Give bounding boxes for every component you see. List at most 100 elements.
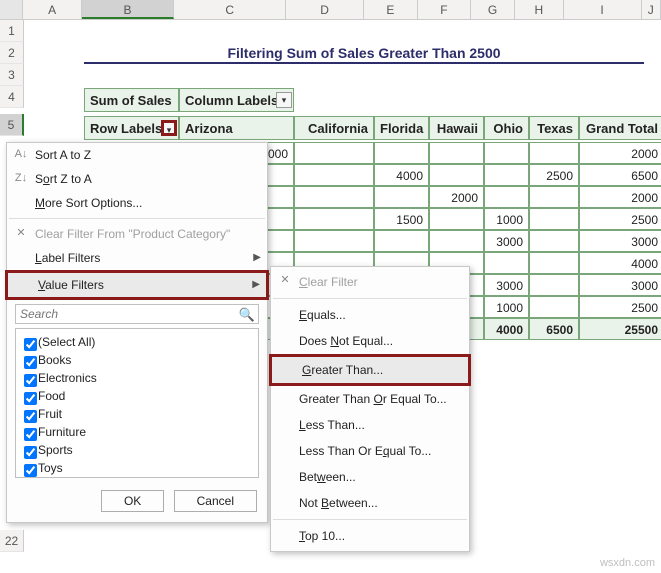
col-B[interactable]: B <box>82 0 174 19</box>
state-hawaii: Hawaii <box>429 116 484 140</box>
more-sort[interactable]: More Sort Options... <box>7 191 267 215</box>
checkbox[interactable] <box>24 428 37 441</box>
pivot-cell[interactable]: 3000 <box>484 274 529 296</box>
check-item[interactable]: Vegetable <box>20 477 254 478</box>
pivot-cell[interactable]: 2500 <box>579 296 661 318</box>
filter-checklist[interactable]: (Select All)BooksElectronicsFoodFruitFur… <box>15 328 259 478</box>
pivot-cell[interactable] <box>429 142 484 164</box>
pivot-cell[interactable]: 3000 <box>579 230 661 252</box>
search-input[interactable] <box>16 305 236 323</box>
pivot-cell[interactable] <box>294 186 374 208</box>
pivot-cell[interactable]: 6500 <box>579 164 661 186</box>
sort-za[interactable]: Z↓ Sort Z to A <box>7 167 267 191</box>
pivot-cell[interactable] <box>529 186 579 208</box>
select-all-corner[interactable] <box>0 0 23 19</box>
checkbox[interactable] <box>24 338 37 351</box>
pivot-cell[interactable] <box>484 164 529 186</box>
pivot-cell[interactable]: 2500 <box>579 208 661 230</box>
pivot-cell[interactable] <box>529 274 579 296</box>
check-item[interactable]: Furniture <box>20 423 254 441</box>
checkbox[interactable] <box>24 464 37 477</box>
grand-total-cell[interactable]: 4000 <box>484 318 529 340</box>
check-item[interactable]: Toys <box>20 459 254 477</box>
pivot-cell[interactable]: 1000 <box>484 208 529 230</box>
sub-greater-than[interactable]: Greater Than... <box>269 354 471 386</box>
search-box[interactable]: 🔍 <box>15 304 259 324</box>
sub-less[interactable]: Less Than... <box>271 412 469 438</box>
pivot-cell[interactable]: 2000 <box>429 186 484 208</box>
pivot-cell[interactable] <box>294 230 374 252</box>
pivot-cell[interactable] <box>529 230 579 252</box>
pivot-cell[interactable] <box>484 142 529 164</box>
pivot-cell[interactable] <box>374 186 429 208</box>
sub-equals[interactable]: Equals... <box>271 302 469 328</box>
row-2[interactable]: 2 <box>0 42 24 64</box>
pivot-cell[interactable] <box>429 208 484 230</box>
ok-button[interactable]: OK <box>101 490 164 512</box>
col-H[interactable]: H <box>515 0 564 19</box>
check-item[interactable]: Fruit <box>20 405 254 423</box>
pivot-cell[interactable]: 3000 <box>484 230 529 252</box>
checkbox[interactable] <box>24 410 37 423</box>
col-G[interactable]: G <box>471 0 515 19</box>
check-item[interactable]: Electronics <box>20 369 254 387</box>
sub-not-equal[interactable]: Does Not Equal... <box>271 328 469 354</box>
pivot-cell[interactable] <box>294 208 374 230</box>
checkbox[interactable] <box>24 374 37 387</box>
pivot-cell[interactable] <box>294 142 374 164</box>
col-A[interactable]: A <box>23 0 81 19</box>
sub-greater-eq[interactable]: Greater Than Or Equal To... <box>271 386 469 412</box>
pivot-cell[interactable] <box>529 208 579 230</box>
sort-az[interactable]: A↓ Sort A to Z <box>7 143 267 167</box>
check-item[interactable]: (Select All) <box>20 333 254 351</box>
watermark: wsxdn.com <box>600 557 655 569</box>
pivot-cell[interactable] <box>374 142 429 164</box>
col-F[interactable]: F <box>418 0 472 19</box>
check-item[interactable]: Food <box>20 387 254 405</box>
value-filters[interactable]: Value Filters ▶ <box>5 270 269 300</box>
pivot-cell[interactable] <box>529 296 579 318</box>
pivot-cell[interactable]: 2000 <box>579 186 661 208</box>
sort-desc-icon: Z↓ <box>13 170 29 186</box>
col-J[interactable]: J <box>642 0 661 19</box>
pivot-cell[interactable]: 1500 <box>374 208 429 230</box>
sub-not-between[interactable]: Not Between... <box>271 490 469 516</box>
check-item[interactable]: Books <box>20 351 254 369</box>
col-I[interactable]: I <box>564 0 642 19</box>
grand-total-cell[interactable]: 6500 <box>529 318 579 340</box>
sub-top10[interactable]: Top 10... <box>271 523 469 549</box>
pivot-cell[interactable] <box>429 164 484 186</box>
check-item[interactable]: Sports <box>20 441 254 459</box>
col-C[interactable]: C <box>174 0 286 19</box>
grand-total-cell[interactable]: 25500 <box>579 318 661 340</box>
pivot-cell[interactable]: 4000 <box>374 164 429 186</box>
row-labels-dropdown[interactable]: ▾ <box>161 120 177 136</box>
pivot-cell[interactable] <box>484 186 529 208</box>
row-5[interactable]: 5 <box>0 114 24 136</box>
label-filters[interactable]: Label Filters ▶ <box>7 246 267 270</box>
row-3[interactable]: 3 <box>0 64 24 86</box>
col-E[interactable]: E <box>364 0 418 19</box>
pivot-cell[interactable] <box>429 230 484 252</box>
row-1[interactable]: 1 <box>0 20 24 42</box>
checkbox[interactable] <box>24 446 37 459</box>
row-4[interactable]: 4 <box>0 86 24 108</box>
pivot-cell[interactable] <box>374 230 429 252</box>
col-D[interactable]: D <box>286 0 364 19</box>
pivot-cell[interactable] <box>529 142 579 164</box>
row-22[interactable]: 22 <box>0 530 24 552</box>
column-labels-dropdown[interactable]: ▾ <box>276 92 292 108</box>
pivot-cell[interactable] <box>529 252 579 274</box>
pivot-cell[interactable] <box>294 164 374 186</box>
pivot-cell[interactable]: 1000 <box>484 296 529 318</box>
pivot-cell[interactable]: 4000 <box>579 252 661 274</box>
cancel-button[interactable]: Cancel <box>174 490 257 512</box>
pivot-cell[interactable]: 3000 <box>579 274 661 296</box>
checkbox[interactable] <box>24 392 37 405</box>
pivot-cell[interactable]: 2500 <box>529 164 579 186</box>
pivot-cell[interactable] <box>484 252 529 274</box>
sub-between[interactable]: Between... <box>271 464 469 490</box>
checkbox[interactable] <box>24 356 37 369</box>
pivot-cell[interactable]: 2000 <box>579 142 661 164</box>
sub-less-eq[interactable]: Less Than Or Equal To... <box>271 438 469 464</box>
